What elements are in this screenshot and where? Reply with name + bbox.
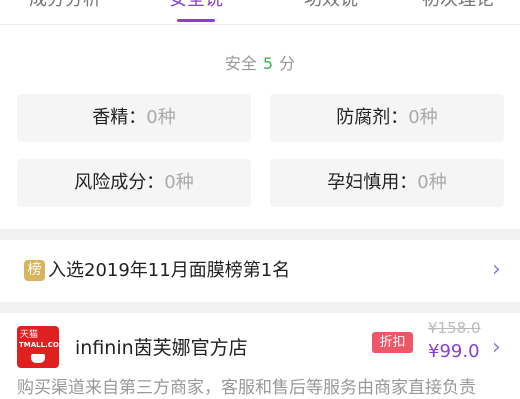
store-name[interactable]: infinin茵芙娜官方店 <box>75 335 248 361</box>
ingredient-count: 0种 <box>408 107 438 128</box>
section-divider <box>0 229 520 240</box>
ingredient-count: 0种 <box>417 172 447 193</box>
ingredient-name: 香精 <box>92 107 129 128</box>
ingredient-card-fragrance[interactable]: 香精：0种 <box>17 94 251 142</box>
ingredient-sep: ： <box>146 172 165 193</box>
discount-badge: 折扣 <box>372 332 413 353</box>
tab-efficacy[interactable]: 功效说 <box>288 0 374 10</box>
sale-price: ¥99.0 <box>428 341 480 362</box>
section-divider <box>0 302 520 313</box>
chevron-right-icon[interactable]: › <box>492 337 501 359</box>
ranking-text: 入选2019年11月面膜榜第1名 <box>48 260 291 281</box>
original-price: ¥158.0 <box>428 319 481 337</box>
safety-score: 安全 5 分 <box>0 53 520 75</box>
ingredient-card-preservative[interactable]: 防腐剂：0种 <box>270 94 504 142</box>
ingredient-name: 孕妇慎用 <box>327 172 400 193</box>
tmall-logo-text: 天猫 <box>20 330 39 340</box>
ingredient-name: 风险成分 <box>74 172 147 193</box>
chevron-right-icon[interactable]: › <box>492 259 501 281</box>
tab-safety[interactable]: 安全说 <box>153 0 239 10</box>
ingredient-count: 0种 <box>146 107 176 128</box>
safety-score-value: 5 <box>262 54 274 73</box>
ingredient-card-risk[interactable]: 风险成分：0种 <box>17 159 251 207</box>
purchase-disclaimer: 购买渠道来自第三方商家，客服和售后等服务由商家直接负责 <box>17 378 476 398</box>
tab-analysis[interactable]: 成分分析 <box>20 0 110 10</box>
ingredient-count: 0种 <box>164 172 194 193</box>
tab-bar: 成分分析 安全说 功效说 初次理论 <box>0 0 520 25</box>
active-tab-indicator <box>177 19 215 22</box>
ingredient-card-pregnancy[interactable]: 孕妇慎用：0种 <box>270 159 504 207</box>
ingredient-sep: ： <box>390 107 409 128</box>
ranking-row[interactable]: 榜 入选2019年11月面膜榜第1名 <box>0 240 520 302</box>
ranking-badge-icon: 榜 <box>24 260 45 281</box>
ingredient-name: 防腐剂 <box>336 107 391 128</box>
tmall-logo: 天猫 TMALL.COM <box>17 326 59 368</box>
safety-score-unit: 分 <box>279 54 296 73</box>
tmall-cat-icon <box>31 354 45 363</box>
tab-theory[interactable]: 初次理论 <box>408 0 508 10</box>
safety-score-label: 安全 <box>224 54 257 73</box>
ingredient-sep: ： <box>128 107 147 128</box>
tmall-logo-domain: TMALL.COM <box>19 341 59 349</box>
ingredient-sep: ： <box>399 172 418 193</box>
